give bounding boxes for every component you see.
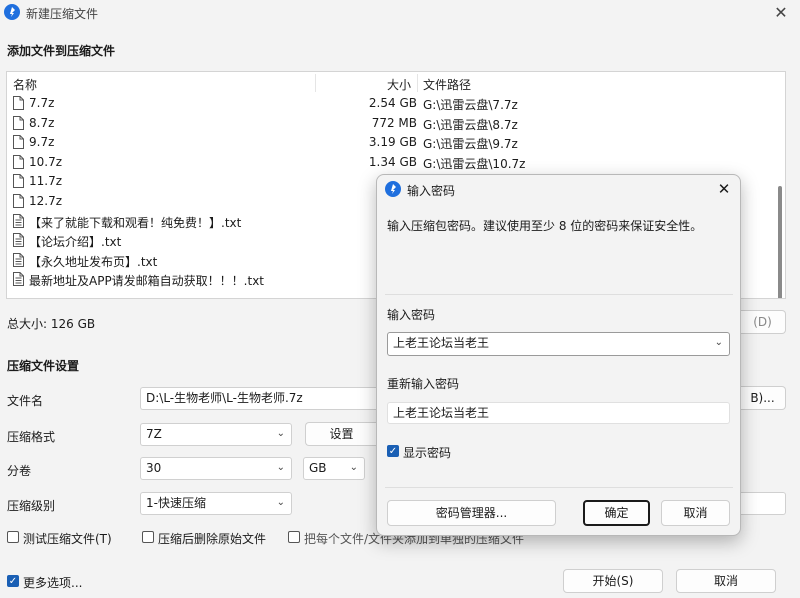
more-options-label[interactable]: 更多选项... bbox=[23, 574, 82, 591]
split-unit-select[interactable]: GB ⌄ bbox=[303, 457, 365, 480]
file-path: G:\迅雷云盘\9.7z bbox=[423, 137, 518, 152]
chevron-down-icon: ⌄ bbox=[349, 462, 358, 473]
test-archive-checkbox[interactable] bbox=[7, 531, 19, 543]
scrollbar-thumb[interactable] bbox=[778, 186, 782, 298]
file-name: 10.7z bbox=[29, 154, 63, 169]
delete-after-label: 压缩后删除原始文件 bbox=[158, 532, 267, 546]
file-icon bbox=[13, 135, 24, 150]
file-list-scrollbar[interactable] bbox=[777, 94, 783, 298]
title-bar: 新建压缩文件 ✕ bbox=[0, 0, 800, 26]
separate-archives-checkbox[interactable] bbox=[288, 531, 300, 543]
file-name: 8.7z bbox=[29, 115, 55, 130]
total-size-label: 总大小: 126 GB bbox=[7, 317, 96, 331]
partial-hidden-field[interactable] bbox=[740, 492, 786, 515]
file-icon bbox=[13, 154, 24, 169]
show-password-label: 显示密码 bbox=[403, 446, 452, 460]
format-settings-button[interactable]: 设置 bbox=[305, 422, 377, 446]
level-select[interactable]: 1-快速压缩 ⌄ bbox=[140, 492, 292, 515]
split-label: 分卷 bbox=[7, 464, 32, 478]
file-size: 3.19 GB bbox=[368, 135, 417, 150]
file-icon bbox=[13, 174, 24, 189]
file-name: 9.7z bbox=[29, 135, 55, 150]
remove-button-partial[interactable]: (D) bbox=[740, 310, 786, 334]
file-list-row[interactable]: 7.7z 2.54 GB G:\迅雷云盘\7.7z bbox=[7, 94, 767, 114]
file-list-header: 名称 大小 文件路径 bbox=[7, 72, 785, 94]
filename-label: 文件名 bbox=[7, 394, 44, 408]
password-value: 上老王论坛当老王 bbox=[393, 336, 490, 350]
file-name: 7.7z bbox=[29, 96, 55, 110]
chevron-down-icon: ⌄ bbox=[714, 337, 723, 348]
file-list-row[interactable]: 10.7z 1.34 GB G:\迅雷云盘\10.7z bbox=[7, 153, 767, 173]
file-path: G:\迅雷云盘\7.7z bbox=[423, 98, 518, 112]
column-header-size[interactable]: 大小 bbox=[387, 76, 411, 93]
password-dialog: 输入密码 ✕ 输入压缩包密码。建议使用至少 8 位的密码来保证安全性。 输入密码… bbox=[376, 174, 741, 536]
text-file-icon bbox=[13, 233, 24, 248]
close-icon[interactable]: ✕ bbox=[772, 4, 790, 22]
column-header-path[interactable]: 文件路径 bbox=[423, 76, 471, 93]
level-value: 1-快速压缩 bbox=[146, 496, 206, 510]
level-label: 压缩级别 bbox=[7, 499, 56, 513]
file-name: 最新地址及APP请发邮箱自动获取！！！.txt bbox=[29, 274, 265, 289]
file-icon bbox=[13, 115, 24, 130]
start-button[interactable]: 开始(S) bbox=[563, 569, 663, 593]
file-name: 【永久地址发布页】.txt bbox=[29, 254, 158, 269]
test-archive-label: 测试压缩文件(T) bbox=[23, 532, 112, 546]
file-list-row[interactable]: 9.7z 3.19 GB G:\迅雷云盘\9.7z bbox=[7, 133, 767, 153]
text-file-icon bbox=[13, 252, 24, 267]
file-name: 【来了就能下载和观看！纯免费！】.txt bbox=[29, 215, 242, 230]
file-name: 【论坛介绍】.txt bbox=[29, 235, 122, 250]
dialog-close-icon[interactable]: ✕ bbox=[715, 180, 733, 198]
more-options-checkbox[interactable]: ✓ bbox=[7, 575, 19, 587]
file-name: 11.7z bbox=[29, 174, 63, 189]
dialog-message: 输入压缩包密码。建议使用至少 8 位的密码来保证安全性。 bbox=[387, 219, 703, 233]
dialog-title: 输入密码 bbox=[407, 184, 456, 198]
file-icon bbox=[13, 194, 24, 208]
split-unit-value: GB bbox=[309, 461, 327, 475]
chevron-down-icon: ⌄ bbox=[276, 497, 285, 508]
filename-input[interactable]: D:\L-生物老师\L-生物老师.7z bbox=[140, 387, 380, 410]
add-files-section-title: 添加文件到压缩文件 bbox=[7, 44, 116, 58]
show-password-checkbox[interactable]: ✓ bbox=[387, 445, 399, 457]
cancel-button[interactable]: 取消 bbox=[676, 569, 776, 593]
dialog-cancel-button[interactable]: 取消 bbox=[661, 500, 730, 526]
app-logo-icon bbox=[4, 4, 20, 20]
password-label: 输入密码 bbox=[387, 308, 436, 322]
file-path: G:\迅雷云盘\10.7z bbox=[423, 156, 526, 171]
file-name: 12.7z bbox=[29, 194, 63, 208]
text-file-icon bbox=[13, 272, 24, 287]
confirm-password-label: 重新输入密码 bbox=[387, 377, 460, 391]
format-select[interactable]: 7Z ⌄ bbox=[140, 423, 292, 446]
chevron-down-icon: ⌄ bbox=[276, 462, 285, 473]
delete-after-checkbox[interactable] bbox=[142, 531, 154, 543]
split-size-combo[interactable]: 30 ⌄ bbox=[140, 457, 292, 480]
ok-button[interactable]: 确定 bbox=[583, 500, 650, 526]
file-path: G:\迅雷云盘\8.7z bbox=[423, 117, 518, 132]
password-input[interactable]: 上老王论坛当老王 ⌄ bbox=[387, 332, 730, 356]
browse-button-partial[interactable]: B)... bbox=[740, 386, 786, 410]
window-title: 新建压缩文件 bbox=[26, 7, 99, 21]
chevron-down-icon: ⌄ bbox=[276, 428, 285, 439]
column-header-name[interactable]: 名称 bbox=[13, 76, 37, 93]
file-size: 1.34 GB bbox=[368, 154, 417, 169]
compression-settings-title: 压缩文件设置 bbox=[7, 359, 80, 373]
password-manager-button[interactable]: 密码管理器... bbox=[387, 500, 556, 526]
file-icon bbox=[13, 96, 24, 110]
split-size-value: 30 bbox=[146, 461, 162, 475]
text-file-icon bbox=[13, 213, 24, 228]
format-label: 压缩格式 bbox=[7, 430, 56, 444]
format-value: 7Z bbox=[146, 427, 162, 441]
file-list-row[interactable]: 8.7z 772 MB G:\迅雷云盘\8.7z bbox=[7, 114, 767, 134]
confirm-password-input[interactable]: 上老王论坛当老王 bbox=[387, 402, 730, 424]
file-size: 2.54 GB bbox=[368, 96, 417, 110]
file-size: 772 MB bbox=[371, 115, 417, 130]
app-logo-icon bbox=[385, 181, 401, 197]
